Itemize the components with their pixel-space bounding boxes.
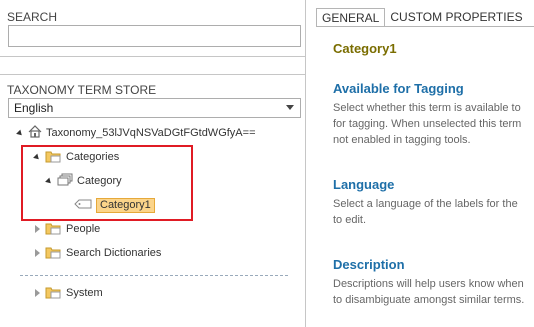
description-heading: Description (333, 257, 405, 272)
language-select-value: English (14, 101, 54, 115)
available-for-tagging-line: Select whether this term is available to (333, 102, 521, 114)
available-for-tagging-line: for tagging. When unselected this term (333, 118, 522, 130)
property-tabs: GENERAL CUSTOM PROPERTIES (316, 8, 528, 27)
term-store-title: TAXONOMY TERM STORE (7, 83, 157, 97)
collapse-toggle-icon[interactable] (33, 224, 41, 234)
language-select[interactable]: English (8, 98, 301, 118)
system-group-separator (20, 275, 288, 276)
collapse-toggle-icon[interactable] (33, 288, 41, 298)
language-description-line: to edit. (333, 214, 367, 226)
home-icon (28, 125, 42, 141)
description-help-line: Descriptions will help users know when (333, 278, 524, 290)
tree-node-people[interactable]: People (33, 220, 100, 238)
tab-general[interactable]: GENERAL (316, 8, 386, 27)
search-input[interactable] (8, 25, 301, 47)
tree-node-label: People (66, 223, 101, 235)
term-group-folder-icon (45, 221, 62, 238)
term-properties-panel: GENERAL CUSTOM PROPERTIES Category1 Avai… (307, 0, 534, 327)
tab-custom-properties[interactable]: CUSTOM PROPERTIES (385, 8, 527, 27)
taxonomy-left-panel: SEARCH TAXONOMY TERM STORE English Taxon… (0, 0, 306, 327)
language-description-line: Select a language of the labels for the (333, 198, 518, 210)
term-group-folder-icon (45, 285, 62, 302)
term-title: Category1 (333, 41, 397, 56)
chevron-down-icon[interactable] (286, 105, 294, 110)
term-group-folder-icon (45, 245, 62, 262)
available-for-tagging-line: not enabled in tagging tools. (333, 134, 471, 146)
expand-toggle-icon[interactable] (16, 128, 24, 138)
language-heading: Language (333, 177, 395, 192)
tab-underline (316, 26, 534, 27)
tree-node-label: Taxonomy_53lJVqNSVaDGtFGtdWGfyA== (46, 127, 256, 139)
tree-node-label: System (66, 287, 103, 299)
tree-node-system[interactable]: System (33, 284, 103, 302)
tree-node-label: Search Dictionaries (66, 247, 162, 259)
divider (0, 74, 305, 75)
tree-node-search-dictionaries[interactable]: Search Dictionaries (33, 244, 161, 262)
available-for-tagging-heading: Available for Tagging (333, 81, 464, 96)
tree-node-root[interactable]: Taxonomy_53lJVqNSVaDGtFGtdWGfyA== (16, 124, 256, 142)
divider (0, 56, 305, 57)
search-section-title: SEARCH (7, 10, 58, 24)
description-help-line: to disambiguate amongst similar terms. (333, 294, 525, 306)
annotation-highlight-box (21, 145, 193, 221)
collapse-toggle-icon[interactable] (33, 248, 41, 258)
